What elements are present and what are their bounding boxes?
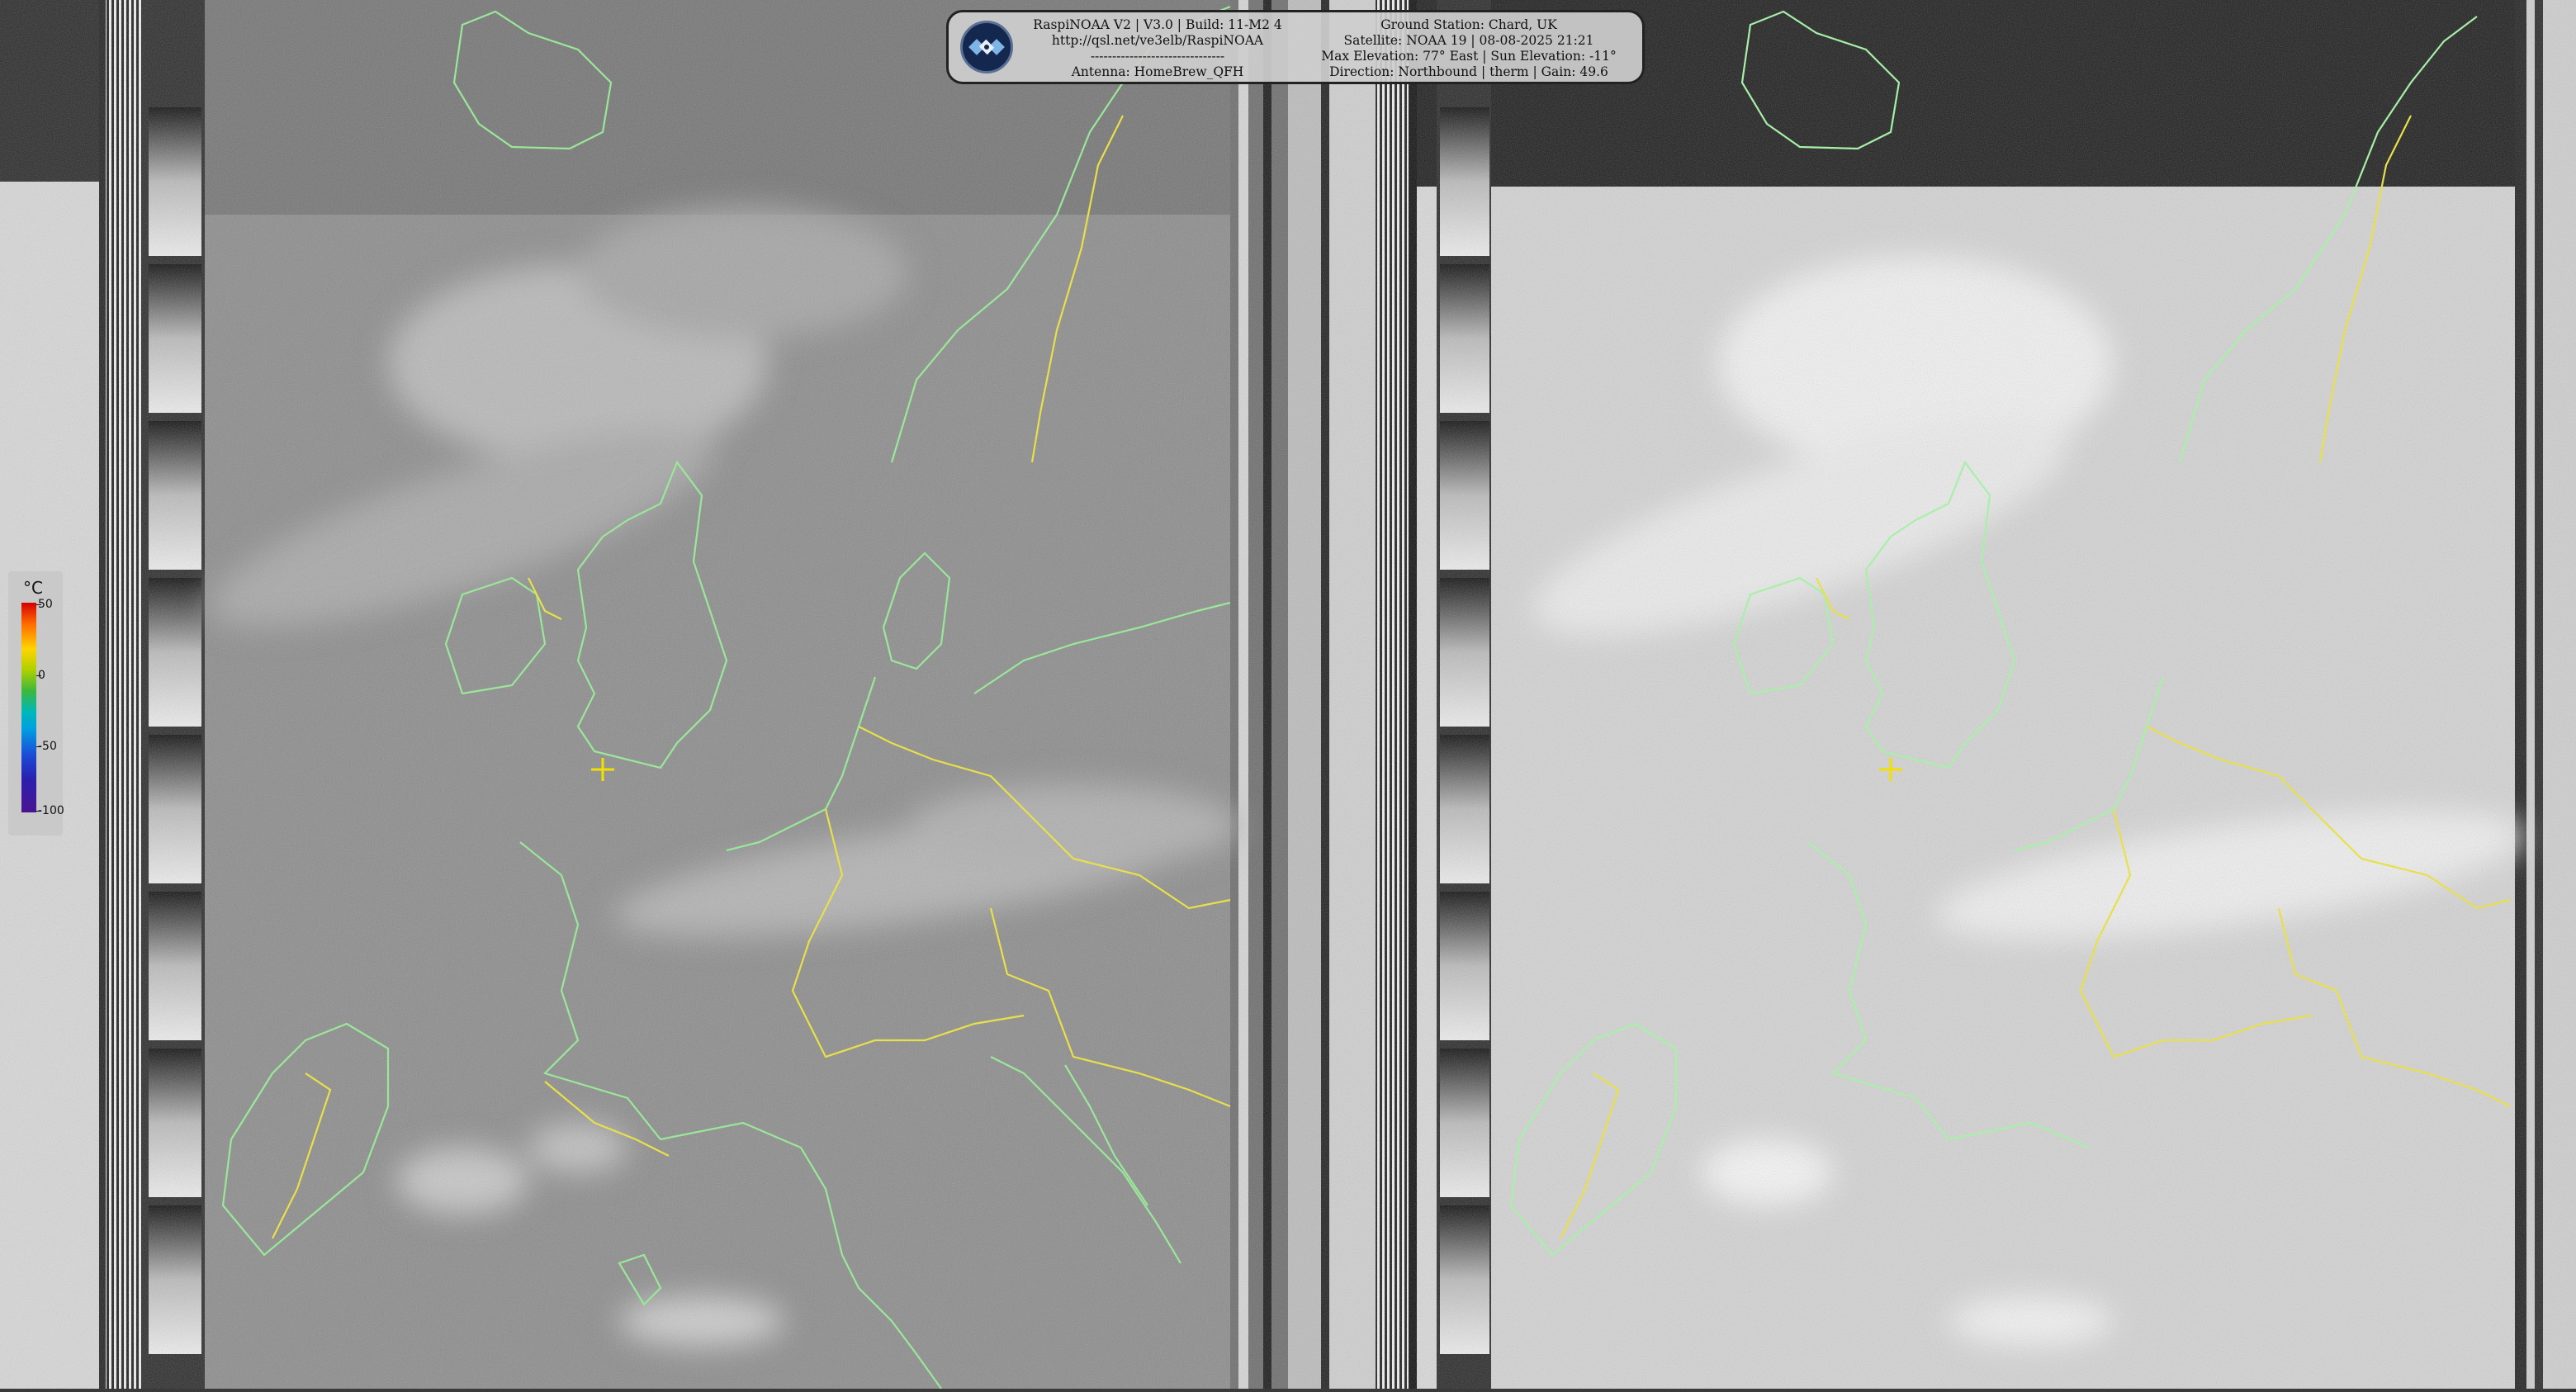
legend-unit: °C [23, 578, 43, 598]
legend-tick-minus100: -100 [38, 804, 64, 817]
header-line-station: Ground Station: Chard, UK [1380, 17, 1557, 32]
header-line-direction: Direction: Northbound | therm | Gain: 49… [1329, 64, 1608, 79]
satellite-image [0, 0, 2576, 1390]
header-line-elevation: Max Elevation: 77° East | Sun Elevation:… [1321, 49, 1617, 64]
header-line-satellite: Satellite: NOAA 19 | 08-08-2025 21:21 [1343, 33, 1594, 48]
temperature-legend: °C 50 0 -50 -100 [8, 571, 64, 836]
header-line-url: http://qsl.net/ve3elb/RaspiNOAA [1051, 33, 1264, 48]
pass-info-panel: RaspiNOAA V2 | V3.0 | Build: 11-M2 4 htt… [946, 10, 1645, 84]
legend-tick-0: 0 [38, 669, 45, 682]
legend-tick-50: 50 [38, 598, 53, 611]
legend-tick-minus50: -50 [38, 740, 57, 753]
header-line-antenna: Antenna: HomeBrew_QFH [1071, 64, 1244, 79]
header-line-software: RaspiNOAA V2 | V3.0 | Build: 11-M2 4 [1033, 17, 1282, 32]
apt-image-svg [0, 0, 2576, 1390]
header-separator: ------------------------------- [1090, 49, 1225, 64]
legend-color-bar [21, 603, 36, 812]
satellite-icon [960, 21, 1013, 73]
